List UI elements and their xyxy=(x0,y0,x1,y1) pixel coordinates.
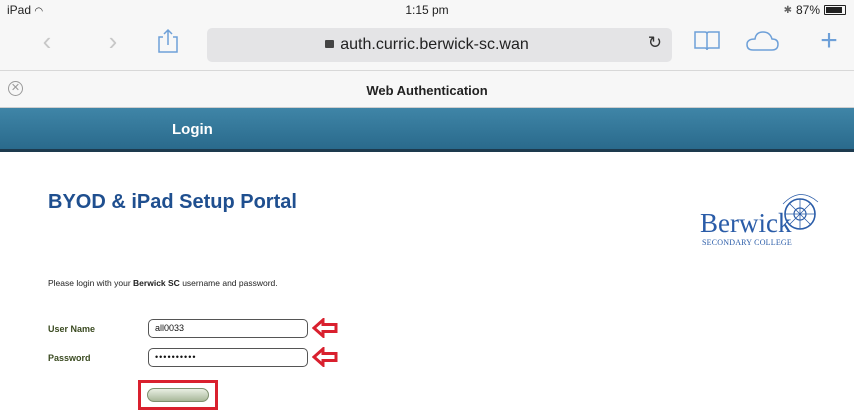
username-pointer-arrow-icon xyxy=(312,318,338,338)
instruction-org: Berwick SC xyxy=(133,278,180,288)
username-label: User Name xyxy=(48,324,96,334)
login-instruction: Please login with your Berwick SC userna… xyxy=(48,278,278,288)
instruction-text-start: Please login with your xyxy=(48,278,134,288)
instruction-text-end: username and password. xyxy=(179,278,278,288)
url-text: auth.curric.berwick-sc.wan xyxy=(340,36,529,53)
bluetooth-icon: ✱ xyxy=(783,4,792,16)
bookmarks-icon[interactable] xyxy=(690,28,724,58)
reload-icon[interactable]: ↻ xyxy=(648,33,662,53)
status-bar: iPad ◠ 1:15 pm ✱ 87% xyxy=(0,0,854,20)
username-input[interactable]: all0033 xyxy=(148,319,308,338)
logo-subtitle: SECONDARY COLLEGE xyxy=(702,238,792,247)
password-input[interactable]: •••••••••• xyxy=(148,348,308,367)
login-button-highlight xyxy=(138,380,218,410)
address-bar[interactable]: auth.curric.berwick-sc.wan ↻ xyxy=(207,28,672,62)
forward-icon[interactable]: › xyxy=(96,26,130,56)
new-tab-icon[interactable]: + xyxy=(812,26,846,56)
password-pointer-arrow-icon xyxy=(312,347,338,367)
clock: 1:15 pm xyxy=(405,3,449,17)
login-button[interactable] xyxy=(147,388,209,402)
share-icon[interactable] xyxy=(151,28,185,60)
back-icon[interactable]: ‹ xyxy=(30,26,64,56)
logo-wordmark: Berwick xyxy=(700,208,792,238)
battery-status: ✱ 87% xyxy=(784,3,846,17)
lock-icon xyxy=(325,40,335,48)
battery-icon xyxy=(824,5,846,15)
battery-percent: 87% xyxy=(795,3,820,17)
tab-title[interactable]: Web Authentication xyxy=(0,83,854,98)
page-title: BYOD & iPad Setup Portal xyxy=(48,191,297,213)
password-label: Password xyxy=(48,353,91,363)
login-nav-label[interactable]: Login xyxy=(172,121,213,138)
url-display: auth.curric.berwick-sc.wan xyxy=(207,36,647,54)
cloud-tabs-icon[interactable] xyxy=(745,28,779,58)
page-header-bar: Login xyxy=(0,108,854,152)
school-logo: Berwick SECONDARY COLLEGE xyxy=(700,190,840,250)
cloud-icon-glyph xyxy=(746,31,779,51)
share-icon-glyph xyxy=(158,28,178,53)
book-icon-glyph xyxy=(694,31,720,51)
tab-bar: ✕ Web Authentication xyxy=(0,70,854,108)
